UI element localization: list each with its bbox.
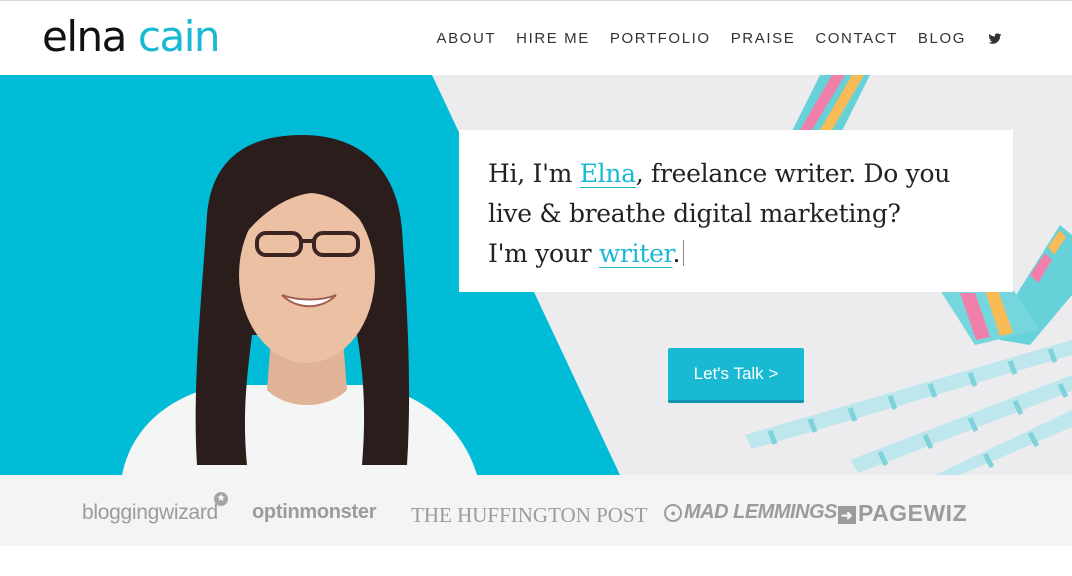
star-icon: ★ bbox=[214, 492, 228, 506]
pagewiz-logo: ➜ PAGEWIZ bbox=[838, 500, 967, 527]
nav-blog[interactable]: BLOG bbox=[918, 30, 966, 47]
intro-line1-end: , freelance writer. Do you bbox=[635, 159, 951, 188]
intro-line1-start: Hi, I'm bbox=[488, 159, 580, 188]
featured-logos-bar: bloggingwizard ★ optinmonster THE HUFFIN… bbox=[0, 475, 1072, 546]
logo-last-name: cain bbox=[137, 12, 221, 61]
twitter-icon[interactable] bbox=[988, 32, 1002, 46]
elna-link[interactable]: Elna bbox=[580, 159, 636, 188]
nav-about[interactable]: ABOUT bbox=[436, 30, 496, 47]
optinmonster-logo: optinmonster bbox=[252, 501, 377, 523]
intro-line3-end: . bbox=[672, 239, 681, 268]
elna-portrait bbox=[122, 135, 477, 475]
intro-line2: live & breathe digital marketing? bbox=[488, 199, 901, 228]
blogging-wizard-text: bloggingwizard bbox=[82, 501, 218, 524]
site-logo[interactable]: elna cain bbox=[42, 11, 221, 63]
nav-contact[interactable]: CONTACT bbox=[815, 30, 898, 47]
lets-talk-button[interactable]: Let's Talk > bbox=[668, 348, 804, 403]
nav-praise[interactable]: PRAISE bbox=[731, 30, 796, 47]
mad-lemmings-text: MAD LEMMINGS bbox=[684, 501, 837, 523]
main-nav: ABOUT HIRE ME PORTFOLIO PRAISE CONTACT B… bbox=[416, 30, 1002, 47]
arrow-right-icon: ➜ bbox=[838, 506, 856, 524]
huffington-post-logo: THE HUFFINGTON POST bbox=[411, 503, 648, 527]
intro-text: Hi, I'm Elna, freelance writer. Do you l… bbox=[488, 154, 985, 274]
lemming-badge-icon: ● bbox=[664, 504, 682, 522]
mad-lemmings-logo: ● MAD LEMMINGS bbox=[664, 501, 837, 524]
site-header: elna cain ABOUT HIRE ME PORTFOLIO PRAISE … bbox=[0, 1, 1072, 75]
blogging-wizard-logo: bloggingwizard ★ bbox=[82, 492, 228, 525]
logo-first-name: elna bbox=[42, 12, 127, 61]
intro-line3-start: I'm your bbox=[488, 239, 599, 268]
writer-link[interactable]: writer bbox=[599, 239, 673, 268]
intro-speech-box: Hi, I'm Elna, freelance writer. Do you l… bbox=[459, 130, 1013, 292]
hero-section: Hi, I'm Elna, freelance writer. Do you l… bbox=[0, 75, 1072, 475]
pagewiz-text: PAGEWIZ bbox=[858, 500, 968, 526]
nav-portfolio[interactable]: PORTFOLIO bbox=[610, 30, 711, 47]
typing-caret bbox=[683, 240, 685, 266]
nav-hire-me[interactable]: HIRE ME bbox=[516, 30, 590, 47]
